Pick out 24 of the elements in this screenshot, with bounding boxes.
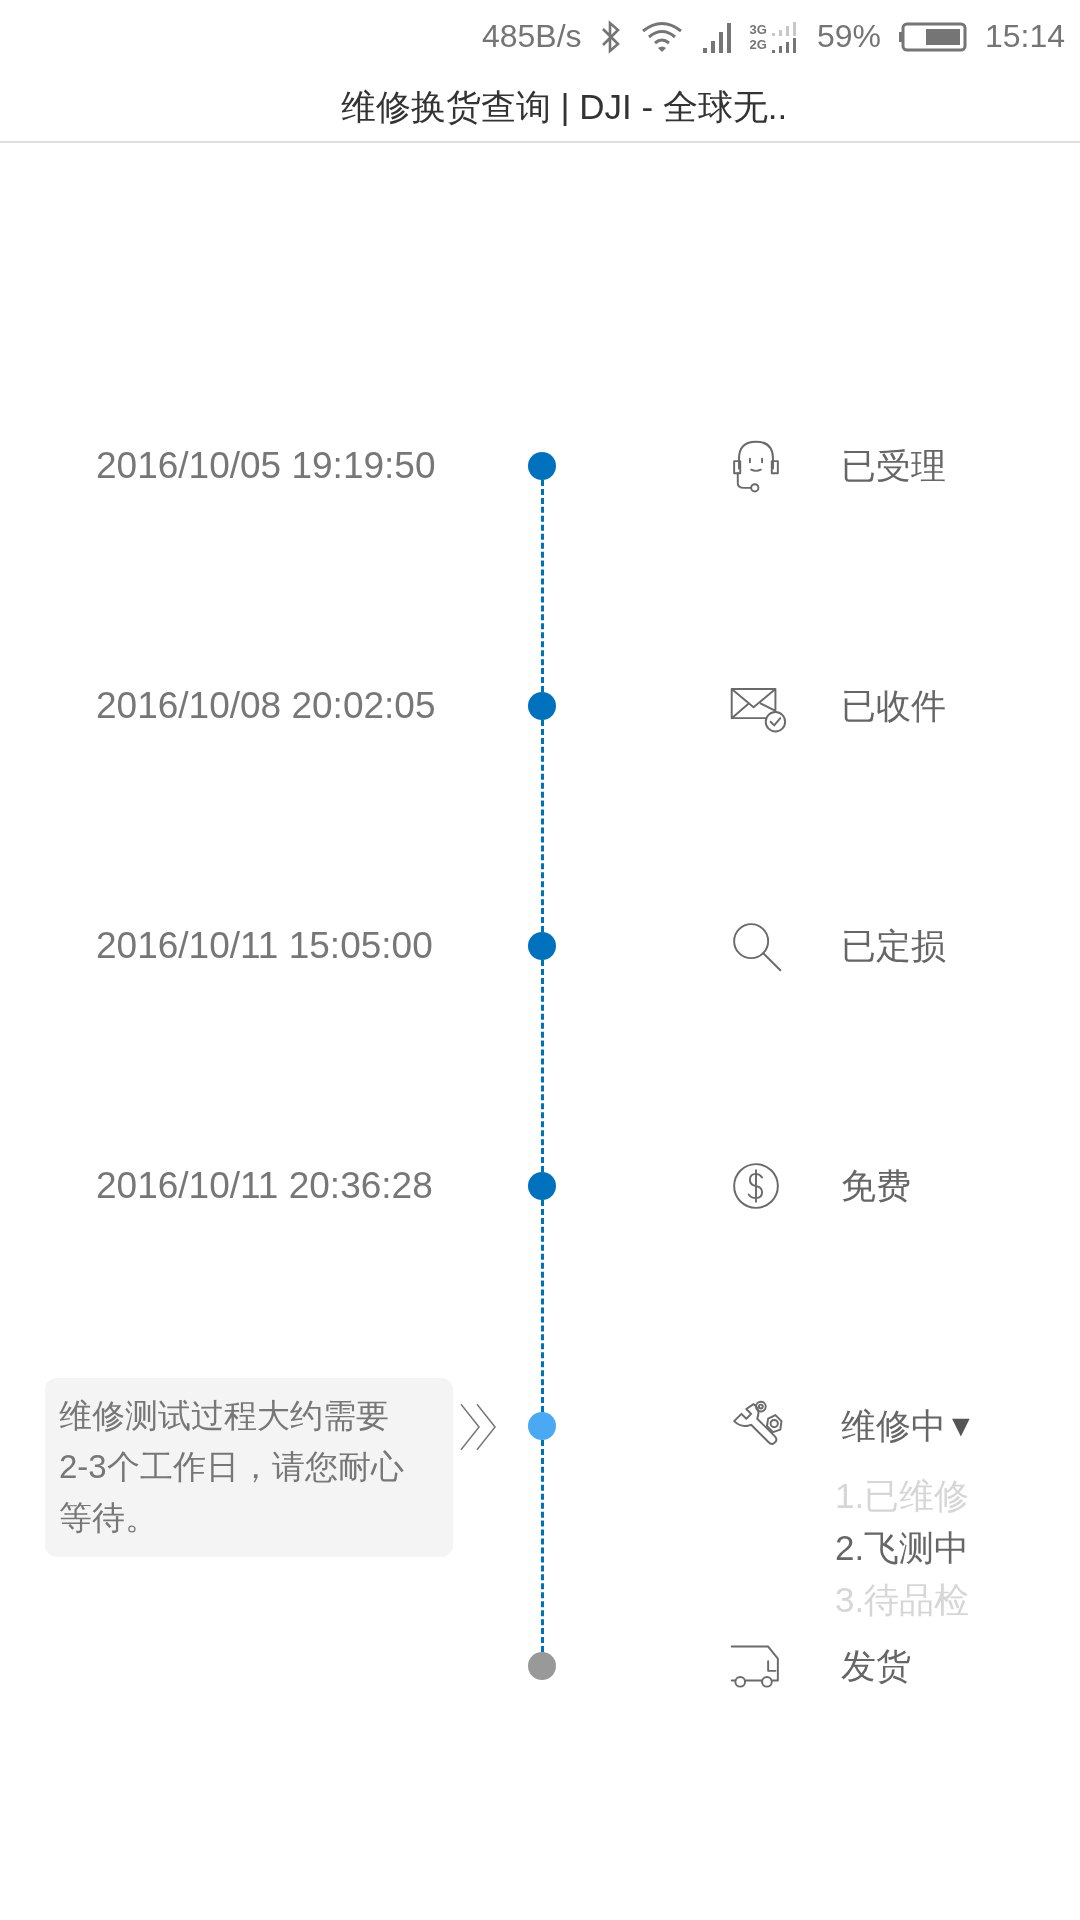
battery-level: 59% [816, 18, 881, 55]
bluetooth-icon [599, 19, 622, 54]
step-label: 维修中 [841, 1404, 946, 1447]
page-title: 维修换货查询 | DJI - 全球无.. [340, 85, 788, 128]
dropdown-caret[interactable]: ▼ [946, 1409, 976, 1443]
step-label: 已收件 [841, 684, 947, 727]
timestamp: 2016/10/05 19:19:50 [95, 445, 437, 487]
substep-item: 2.飞测中 [835, 1527, 971, 1569]
network-speed: 485B/s [481, 18, 582, 55]
timestamp: 2016/10/08 20:02:05 [95, 685, 437, 727]
timestamp: 2016/10/11 15:05:00 [95, 925, 434, 967]
network-type: 2G [749, 36, 767, 52]
info-bubble: 维修测试过程大约需要 2-3个工作日，请您耐心 等待。 [45, 1378, 453, 1557]
network-type: 3G [749, 21, 767, 37]
battery-icon [898, 21, 967, 52]
double-chevron-icon [459, 1402, 499, 1452]
signal-icon [770, 20, 799, 53]
clock-time: 15:14 [984, 18, 1065, 55]
step-label: 已受理 [841, 444, 947, 487]
timestamp: 2016/10/11 20:36:28 [95, 1165, 434, 1207]
step-label: 发货 [841, 1644, 912, 1687]
signal-icon [701, 20, 732, 53]
step-label: 免费 [841, 1164, 912, 1207]
step-label: 已定损 [841, 924, 947, 967]
